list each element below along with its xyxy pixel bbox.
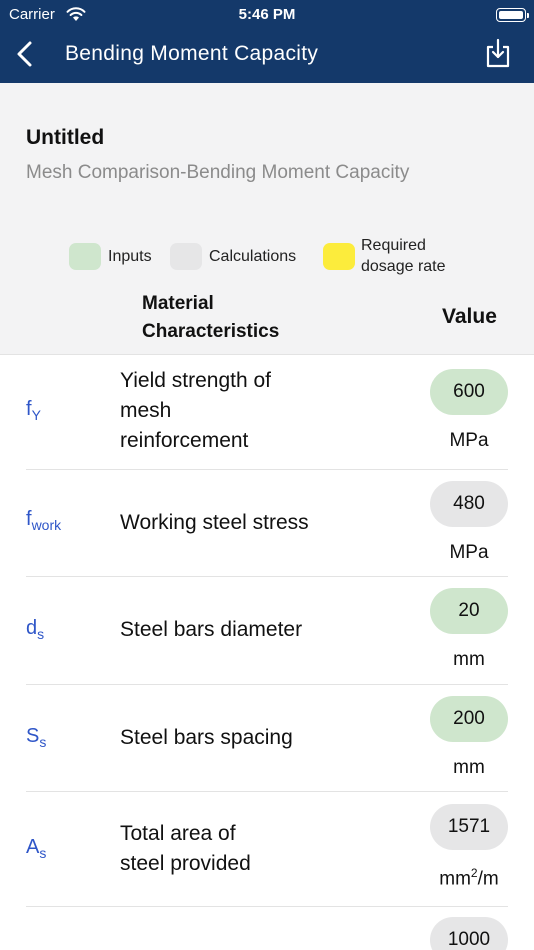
description-line: steel provided [120,852,251,875]
document-title: Untitled [26,126,105,149]
row-description: Yield strength of mesh reinforcement [120,366,271,456]
symbol-subscript: work [31,517,62,533]
row-symbol: fY [26,398,41,423]
row-symbol: fwork [26,508,61,533]
value-input[interactable]: 20 [430,588,508,634]
column-header-material-line2: Characteristics [142,321,280,342]
download-icon[interactable] [484,38,512,68]
description-line: reinforcement [120,429,249,452]
unit-label: mm [453,757,485,778]
table-row: As Total area of steel provided 1571 mm2… [26,792,508,907]
report-header: Untitled Mesh Comparison-Bending Moment … [0,83,534,355]
legend-label-calculations: Calculations [209,248,297,265]
legend: Inputs Calculations Required dosage rate [0,237,534,275]
legend-swatch-inputs [69,243,101,270]
symbol-subscript: s [39,734,47,750]
chevron-left-icon[interactable] [12,40,38,68]
row-symbol: Ss [26,725,46,750]
unit-label: mm [453,649,485,670]
table-row: fY Yield strength of mesh reinforcement … [26,356,508,470]
symbol-base: A [26,836,40,858]
row-description: Steel bars diameter [120,615,302,645]
column-header-material: Material Characteristics [142,290,279,346]
battery-icon [496,8,529,22]
value-input[interactable]: 200 [430,696,508,742]
description-line: Steel bars spacing [120,726,293,749]
page-title: Bending Moment Capacity [65,42,319,65]
unit-label: mm2/m [430,866,508,890]
legend-label-inputs: Inputs [108,248,152,265]
unit-label: MPa [449,542,489,563]
unit-superscript: 2 [470,866,478,880]
unit-label: MPa [449,430,489,451]
unit-suffix: /m [477,868,499,890]
row-description: Working steel stress [120,508,309,538]
table-row: 1000 [26,907,508,950]
symbol-subscript: s [39,845,47,861]
row-symbol: ds [26,617,44,642]
table-row: fwork Working steel stress 480 MPa [26,470,508,577]
row-description: Total area of steel provided [120,819,251,879]
document-subtitle: Mesh Comparison-Bending Moment Capacity [26,162,410,183]
clock: 5:46 PM [238,6,296,23]
description-line: Steel bars diameter [120,618,303,641]
table-row: ds Steel bars diameter 20 mm [26,577,508,685]
legend-label-required-line1: Required [361,237,426,254]
row-symbol: As [26,836,46,861]
navigation-bar: Carrier 5:46 PM Bending Moment Capacity [0,0,534,83]
legend-swatch-calculations [170,243,202,270]
column-header-material-line1: Material [142,293,214,314]
description-line: Yield strength of [120,369,271,392]
description-line: Total area of [120,822,236,845]
symbol-base: d [26,617,38,639]
value-calculated: 1571 [430,804,508,850]
value-calculated: 480 [430,481,508,527]
symbol-subscript: Y [31,407,41,423]
symbol-base: S [26,725,40,747]
description-line: Working steel stress [120,511,309,534]
legend-swatch-required [323,243,355,270]
unit-base: mm [439,868,471,890]
column-header-value: Value [442,305,497,328]
table-row: Ss Steel bars spacing 200 mm [26,685,508,792]
value-calculated: 1000 [430,917,508,950]
symbol-subscript: s [37,626,45,642]
legend-label-required-line2: dosage rate [361,258,446,275]
status-bar: Carrier 5:46 PM [0,4,534,26]
value-input[interactable]: 600 [430,369,508,415]
row-description: Steel bars spacing [120,723,293,753]
description-line: mesh [120,399,172,422]
